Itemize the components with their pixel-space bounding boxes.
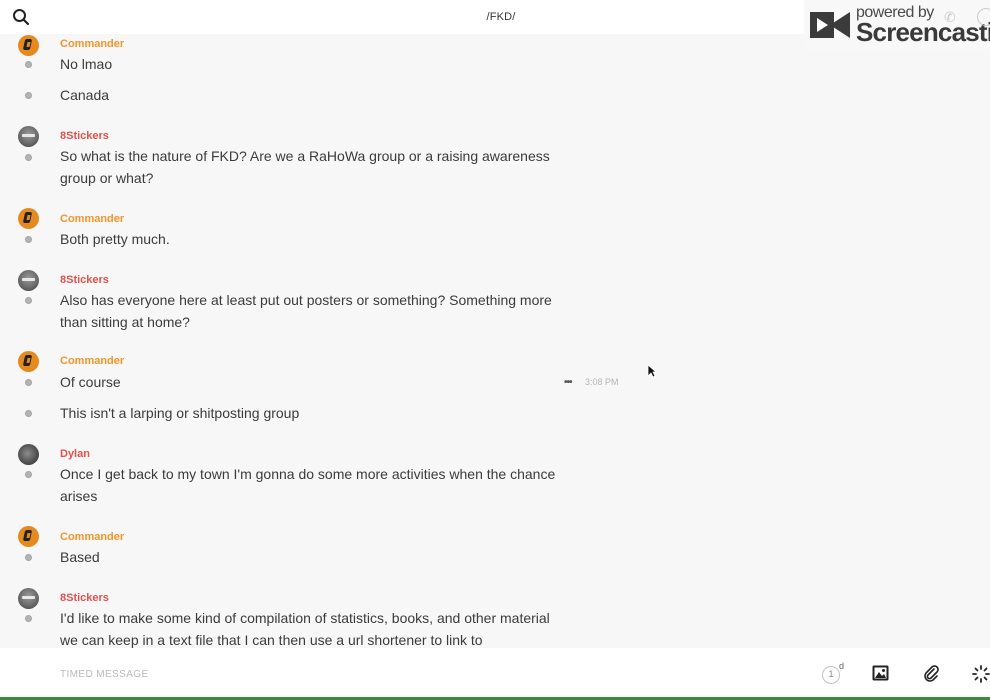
message-status-dot — [25, 615, 32, 622]
timer-unit: d — [839, 661, 845, 671]
message-timer-button[interactable]: 1 d — [820, 661, 846, 686]
message-author[interactable]: 8Stickers — [60, 274, 109, 286]
avatar-commander[interactable] — [18, 526, 39, 547]
message-status-dot — [25, 154, 32, 161]
message-author[interactable]: Commander — [60, 355, 124, 367]
message-status-dot — [25, 554, 32, 561]
message-author[interactable]: 8Stickers — [60, 592, 109, 604]
message-status-dot — [25, 92, 32, 99]
message-status-dot — [25, 410, 32, 417]
message-text: Canada — [60, 87, 110, 103]
message-timestamp: 3:08 PM — [585, 377, 619, 387]
message-text: No lmao — [60, 56, 113, 72]
message-text: Also has everyone here at least put out … — [60, 292, 552, 330]
message-text: Once I get back to my town I'm gonna do … — [60, 466, 556, 504]
message-author[interactable]: Dylan — [60, 448, 90, 460]
message-composer: 1 d — [0, 648, 990, 700]
message-author[interactable]: 8Stickers — [60, 130, 109, 142]
message-status-dot — [25, 471, 32, 478]
message-text: I'd like to make some kind of compilatio… — [60, 610, 550, 648]
message-author[interactable]: Commander — [60, 213, 124, 225]
avatar-8stickers[interactable] — [18, 588, 39, 609]
avatar-commander[interactable] — [18, 351, 39, 372]
message-status-dot — [25, 379, 32, 386]
mouse-cursor-icon — [647, 364, 658, 383]
avatar-8stickers[interactable] — [18, 126, 39, 147]
message-more-button[interactable]: ••• — [564, 377, 572, 388]
message-status-dot — [25, 236, 32, 243]
message-text: This isn't a larping or shitposting grou… — [60, 405, 300, 421]
image-icon[interactable] — [872, 665, 889, 686]
message-list: Commander No lmao Canada 8Stickers So wh… — [0, 34, 990, 648]
message-text: Based — [60, 549, 100, 565]
timed-message-input[interactable] — [60, 664, 760, 684]
avatar-dylan[interactable] — [18, 444, 39, 465]
attachment-icon[interactable] — [922, 664, 940, 687]
message-author[interactable]: Commander — [60, 38, 124, 50]
info-icon[interactable] — [977, 8, 990, 26]
avatar-commander[interactable] — [18, 208, 39, 229]
message-text: Both pretty much. — [60, 231, 170, 247]
timer-icon: 1 — [822, 666, 840, 684]
avatar-8stickers[interactable] — [18, 270, 39, 291]
loading-spinner-icon[interactable] — [972, 665, 990, 688]
message-author[interactable]: Commander — [60, 531, 124, 543]
message-text: Of course — [60, 374, 121, 390]
message-text: So what is the nature of FKD? Are we a R… — [60, 148, 550, 186]
phone-icon[interactable]: ✆ — [944, 9, 956, 26]
message-status-dot — [25, 297, 32, 304]
avatar-commander[interactable] — [18, 35, 39, 56]
message-status-dot — [25, 61, 32, 68]
